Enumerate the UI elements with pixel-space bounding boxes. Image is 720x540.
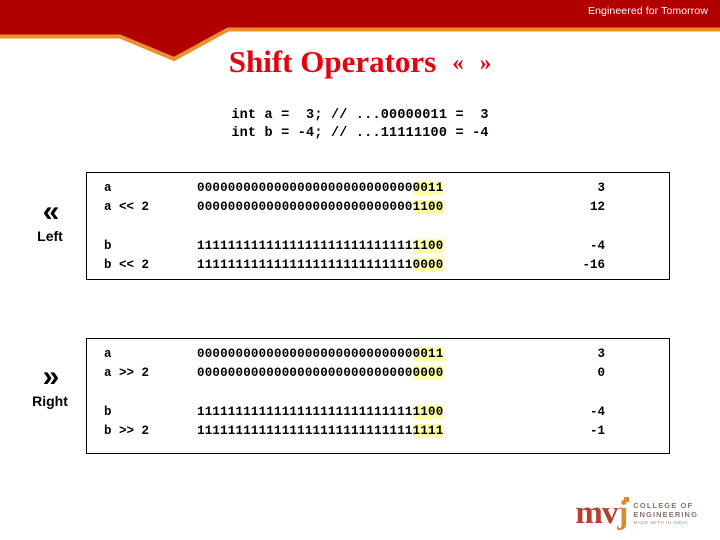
row-bits: 11111111111111111111111111111100 (197, 405, 547, 419)
table-row: b 11111111111111111111111111111100 -4 (87, 405, 669, 424)
left-shift-group-b: b 11111111111111111111111111111100 -4 b … (87, 239, 669, 277)
bits-highlight: 0000 (412, 366, 444, 380)
institution-logo: mvj COLLEGE OF ENGINEERING MADE WITH IN … (575, 495, 698, 531)
row-bits: 00000000000000000000000000001100 (197, 200, 547, 214)
row-expression: a >> 2 (104, 366, 150, 380)
bits-plain: 1111111111111111111111111111 (197, 424, 413, 438)
bits-plain: 0000000000000000000000000000 (197, 181, 413, 195)
declaration-block: int a = 3; // ...00000011 = 3 int b = -4… (0, 107, 720, 143)
row-decimal-value: -4 (589, 405, 605, 419)
bits-highlight: 1100 (412, 405, 444, 419)
bits-highlight: 0011 (412, 181, 444, 195)
row-bits: 11111111111111111111111111110000 (197, 258, 547, 272)
row-bits: 00000000000000000000000000000011 (197, 181, 547, 195)
row-decimal-value: 3 (597, 181, 605, 195)
row-decimal-value: 0 (597, 366, 605, 380)
row-expression: a << 2 (104, 200, 150, 214)
left-shift-arrows-icon: « (42, 195, 60, 228)
bits-highlight: 1100 (412, 200, 444, 214)
logo-mv-text: mv (575, 495, 618, 531)
bits-plain: 1111111111111111111111111111 (197, 405, 413, 419)
table-row: b 11111111111111111111111111111100 -4 (87, 239, 669, 258)
bits-plain: 1111111111111111111111111111 (197, 258, 413, 272)
right-shift-word: Right (32, 393, 68, 409)
table-row: a << 2 00000000000000000000000000001100 … (87, 200, 669, 219)
right-shift-group-b: b 11111111111111111111111111111100 -4 b … (87, 405, 669, 443)
bits-plain: 0000000000000000000000000000 (197, 347, 413, 361)
bits-plain: 1111111111111111111111111111 (197, 239, 413, 253)
page-title: Shift Operators « » (0, 44, 720, 80)
table-row: a 00000000000000000000000000000011 3 (87, 181, 669, 200)
logo-line-1: COLLEGE OF (633, 501, 694, 510)
row-decimal-value: -16 (582, 258, 605, 272)
row-bits: 11111111111111111111111111111111 (197, 424, 547, 438)
bits-highlight: 0011 (412, 347, 444, 361)
logo-line-3: MADE WITH IN INDIA (633, 520, 689, 525)
bits-highlight: 1111 (412, 424, 444, 438)
logo-subtitle: COLLEGE OF ENGINEERING MADE WITH IN INDI… (633, 499, 698, 527)
title-right-shift-icon: » (479, 50, 492, 75)
logo-wordmark: mvj (575, 495, 630, 531)
row-bits: 00000000000000000000000000000000 (197, 366, 547, 380)
table-row: a >> 2 00000000000000000000000000000000 … (87, 366, 669, 385)
left-shift-table: a 00000000000000000000000000000011 3 a <… (86, 172, 670, 280)
row-expression: b >> 2 (104, 424, 150, 438)
row-decimal-value: -1 (589, 424, 605, 438)
right-shift-label: » Right (14, 360, 86, 411)
title-left-shift-icon: « (452, 50, 464, 75)
row-expression: b << 2 (104, 258, 150, 272)
row-decimal-value: -4 (589, 239, 605, 253)
right-shift-grid: a 00000000000000000000000000000011 3 a >… (87, 339, 669, 443)
left-shift-group-a: a 00000000000000000000000000000011 3 a <… (87, 181, 669, 219)
table-row: b << 2 11111111111111111111111111110000 … (87, 258, 669, 277)
row-decimal-value: 3 (597, 347, 605, 361)
left-shift-grid: a 00000000000000000000000000000011 3 a <… (87, 173, 669, 277)
bits-highlight: 0000 (412, 258, 444, 272)
row-expression: b (104, 405, 112, 419)
row-bits: 00000000000000000000000000000011 (197, 347, 547, 361)
tagline: Engineered for Tomorrow (588, 5, 708, 17)
logo-line-2: ENGINEERING (633, 510, 698, 519)
page-title-text: Shift Operators (228, 44, 437, 79)
right-shift-table: a 00000000000000000000000000000011 3 a >… (86, 338, 670, 454)
row-expression: a (104, 347, 112, 361)
declaration-line-a: int a = 3; // ...00000011 = 3 (231, 108, 489, 123)
row-expression: b (104, 239, 112, 253)
bits-plain: 0000000000000000000000000000 (197, 366, 413, 380)
table-row: a 00000000000000000000000000000011 3 (87, 347, 669, 366)
right-shift-arrows-icon: » (42, 360, 60, 393)
row-bits: 11111111111111111111111111111100 (197, 239, 547, 253)
table-row: b >> 2 11111111111111111111111111111111 … (87, 424, 669, 443)
logo-dot-icon (624, 497, 630, 502)
declaration-line-b: int b = -4; // ...11111100 = -4 (231, 126, 489, 141)
bits-plain: 0000000000000000000000000000 (197, 200, 413, 214)
left-shift-word: Left (37, 228, 63, 244)
row-expression: a (104, 181, 112, 195)
bits-highlight: 1100 (412, 239, 444, 253)
row-decimal-value: 12 (589, 200, 605, 214)
left-shift-label: « Left (14, 195, 86, 246)
right-shift-group-a: a 00000000000000000000000000000011 3 a >… (87, 347, 669, 385)
